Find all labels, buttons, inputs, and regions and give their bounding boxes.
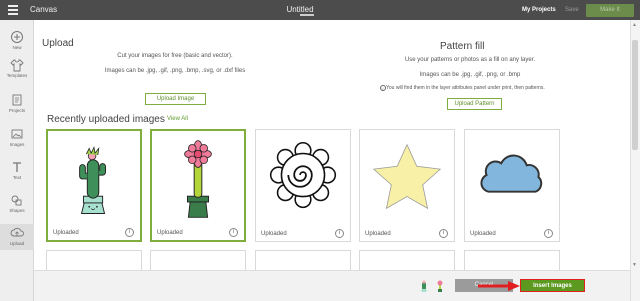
shapes-icon xyxy=(11,195,22,206)
card-label: Uploaded xyxy=(157,230,183,236)
cactus-image xyxy=(79,146,106,214)
sidebar-item-upload[interactable]: Upload xyxy=(0,224,34,250)
star-image xyxy=(372,143,442,210)
projects-icon xyxy=(12,94,22,106)
card-label: Uploaded xyxy=(470,231,496,237)
red-arrow-annotation xyxy=(478,281,520,291)
sidebar-item-label: New xyxy=(12,45,22,50)
upload-formats: Images can be .jpg, .gif, .png, .bmp, .s… xyxy=(104,68,246,74)
pattern-fill-title: Pattern fill xyxy=(440,41,485,52)
card-label: Uploaded xyxy=(53,230,79,236)
scroll-down-icon[interactable]: ▼ xyxy=(632,262,637,268)
pattern-note: You will find them in the layer attribut… xyxy=(386,85,545,91)
image-card[interactable]: Uploaded i xyxy=(46,129,142,242)
sidebar-item-text[interactable]: Text xyxy=(0,160,34,184)
upload-description: Cut your images for free (basic and vect… xyxy=(117,53,233,59)
document-title[interactable]: Untitled xyxy=(270,5,330,14)
selected-flower-thumbnail[interactable] xyxy=(434,279,446,293)
menu-icon[interactable] xyxy=(8,5,18,15)
info-icon[interactable]: i xyxy=(125,228,134,237)
scrollbar-thumb[interactable] xyxy=(632,40,638,150)
sidebar-item-shapes[interactable]: Shapes xyxy=(0,193,34,217)
upload-image-button[interactable]: Upload Image xyxy=(145,93,206,105)
top-bar: Canvas Untitled My Projects Save Make It xyxy=(0,0,640,20)
pattern-description: Use your patterns or photos as a fill on… xyxy=(404,57,536,63)
flower-cactus-image xyxy=(184,140,212,218)
card-label: Uploaded xyxy=(365,231,391,237)
upload-pattern-button[interactable]: Upload Pattern xyxy=(447,98,502,110)
sidebar-item-new[interactable]: New xyxy=(0,30,34,54)
app-title: Canvas xyxy=(30,5,58,14)
image-card[interactable]: Uploaded i xyxy=(255,129,351,242)
image-card[interactable]: Uploaded i xyxy=(150,129,246,242)
sidebar-item-label: Shapes xyxy=(9,208,25,213)
sidebar-item-label: Templates xyxy=(6,73,28,78)
sidebar-item-projects[interactable]: Projects xyxy=(0,93,34,117)
text-icon xyxy=(13,162,21,172)
upload-title: Upload xyxy=(42,38,74,49)
shirt-icon xyxy=(10,59,24,72)
sidebar-item-label: Upload xyxy=(9,241,25,246)
image-card[interactable]: Uploaded i xyxy=(464,129,560,242)
sidebar-item-images[interactable]: Images xyxy=(0,127,34,151)
card-label: Uploaded xyxy=(261,231,287,237)
sidebar-item-label: Images xyxy=(9,142,25,147)
upload-icon xyxy=(10,227,24,237)
make-it-button[interactable]: Make It xyxy=(586,4,634,17)
view-all-link[interactable]: View All xyxy=(167,116,188,122)
title-underline xyxy=(300,14,314,16)
recently-uploaded-title: Recently uploaded images xyxy=(47,114,165,125)
save-button[interactable]: Save xyxy=(565,7,579,13)
my-projects-link[interactable]: My Projects xyxy=(522,7,556,13)
selected-cactus-thumbnail[interactable] xyxy=(418,279,430,293)
sidebar-item-templates[interactable]: Templates xyxy=(0,58,34,82)
scroll-up-icon[interactable]: ▲ xyxy=(632,22,637,28)
info-icon[interactable]: i xyxy=(335,229,344,238)
plus-icon xyxy=(11,31,23,43)
info-icon[interactable]: i xyxy=(544,229,553,238)
sidebar-item-label: Text xyxy=(12,175,22,180)
mandala-flower-image xyxy=(269,141,337,209)
insert-images-button[interactable]: Insert Images xyxy=(520,279,585,292)
info-icon[interactable]: i xyxy=(229,228,238,237)
image-card[interactable]: Uploaded i xyxy=(359,129,455,242)
cloud-image xyxy=(480,154,543,193)
info-icon[interactable]: i xyxy=(439,229,448,238)
images-icon xyxy=(11,129,23,139)
sidebar-item-label: Projects xyxy=(8,108,26,113)
pattern-formats: Images can be .jpg, .gif, .png, or .bmp xyxy=(419,72,521,78)
